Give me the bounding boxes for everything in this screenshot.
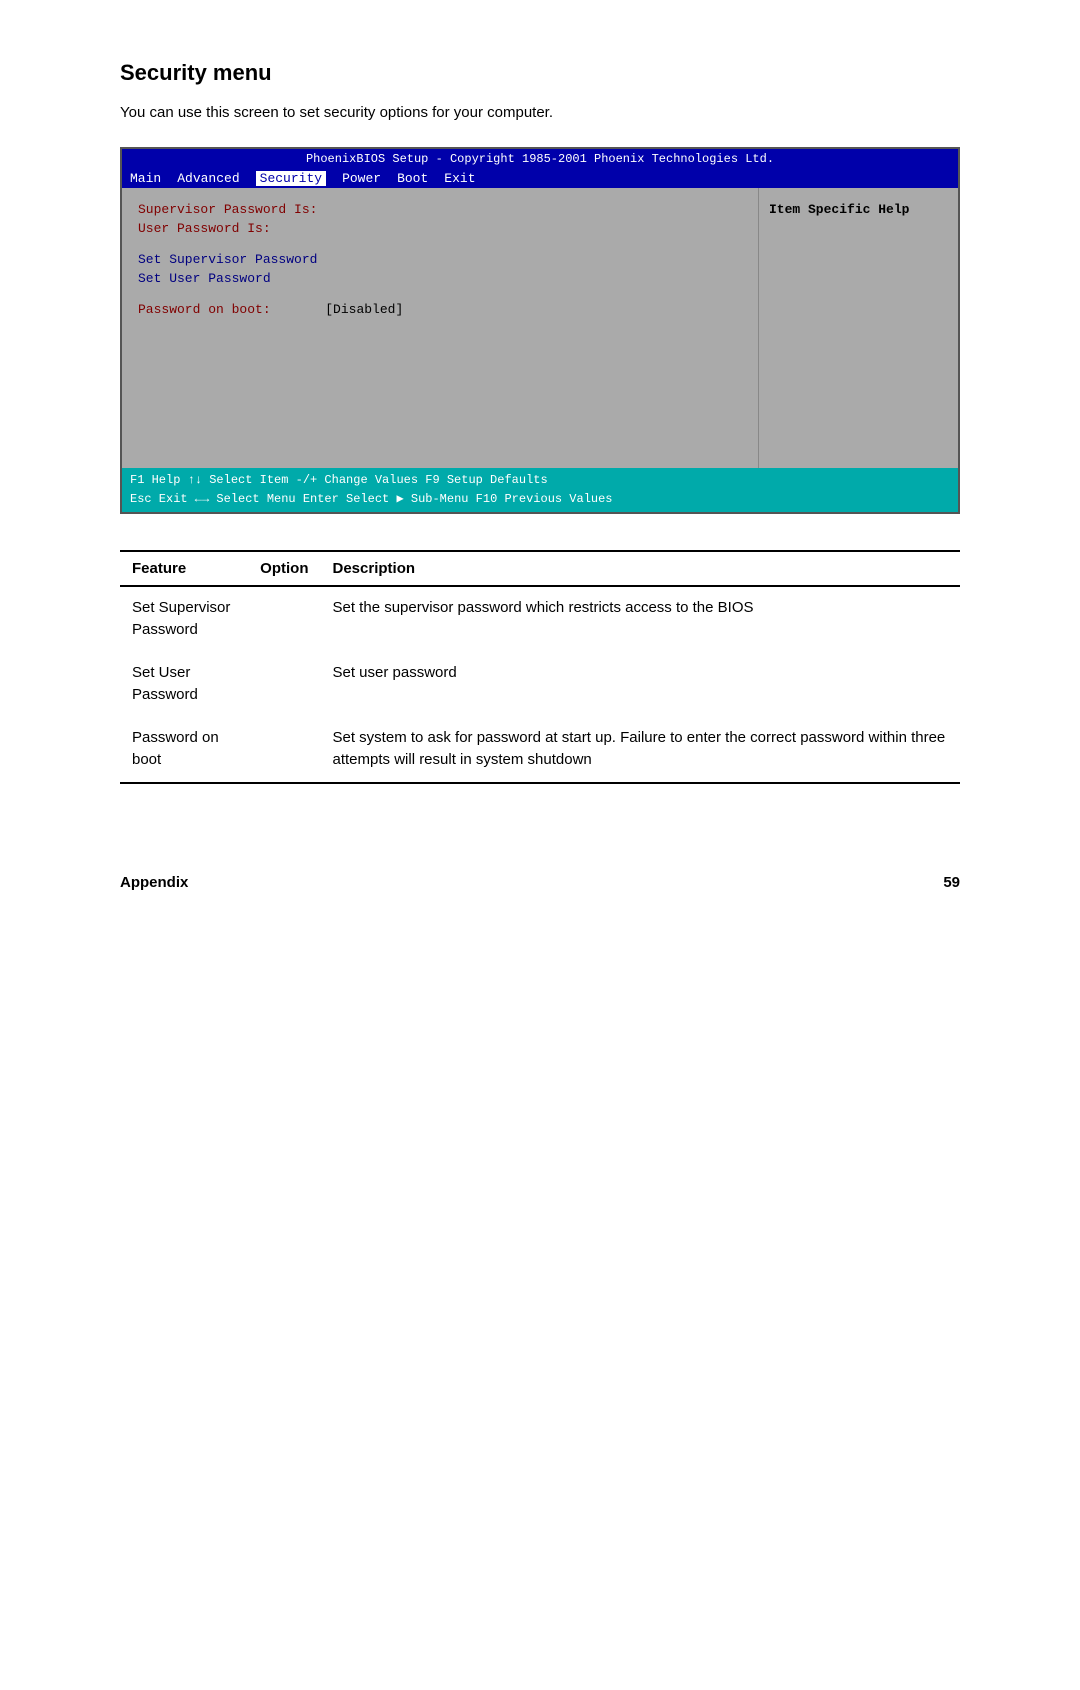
feature-set-user: Set UserPassword xyxy=(120,652,248,717)
desc-password-on-boot: Set system to ask for password at start … xyxy=(321,717,961,783)
feature-set-supervisor: Set SupervisorPassword xyxy=(120,586,248,652)
feature-password-on-boot: Password on boot xyxy=(120,717,248,783)
footer-appendix: Appendix xyxy=(120,874,188,891)
table-row: Set SupervisorPassword Set the superviso… xyxy=(120,586,960,652)
bios-set-supervisor-password[interactable]: Set Supervisor Password xyxy=(138,252,742,267)
bios-help-title: Item Specific Help xyxy=(769,202,948,217)
page-title: Security menu xyxy=(120,60,960,86)
feature-table-section: Feature Option Description Set Superviso… xyxy=(120,550,960,784)
col-header-feature: Feature xyxy=(120,551,248,586)
bios-menu-power[interactable]: Power xyxy=(342,171,381,186)
bios-footer: F1 Help ↑↓ Select Item -/+ Change Values… xyxy=(122,468,958,512)
bios-password-on-boot[interactable]: Password on boot: [Disabled] xyxy=(138,302,742,317)
bios-menu-boot[interactable]: Boot xyxy=(397,171,428,186)
footer-page-number: 59 xyxy=(943,874,960,891)
bios-screen: PhoenixBIOS Setup - Copyright 1985-2001 … xyxy=(120,147,960,514)
bios-body: Supervisor Password Is: User Password Is… xyxy=(122,188,958,468)
bios-set-user-password[interactable]: Set User Password xyxy=(138,271,742,286)
bios-supervisor-password-is: Supervisor Password Is: xyxy=(138,202,742,217)
table-header-row: Feature Option Description xyxy=(120,551,960,586)
intro-text: You can use this screen to set security … xyxy=(120,102,960,125)
bios-titlebar: PhoenixBIOS Setup - Copyright 1985-2001 … xyxy=(122,149,958,169)
desc-set-user: Set user password xyxy=(321,652,961,717)
col-header-option: Option xyxy=(248,551,320,586)
bios-user-password-is: User Password Is: xyxy=(138,221,742,236)
feature-table: Feature Option Description Set Superviso… xyxy=(120,550,960,784)
bios-menu-exit[interactable]: Exit xyxy=(444,171,475,186)
bios-menu-security[interactable]: Security xyxy=(256,171,326,186)
option-set-user xyxy=(248,652,320,717)
option-set-supervisor xyxy=(248,586,320,652)
bios-help-panel: Item Specific Help xyxy=(758,188,958,468)
table-row: Set UserPassword Set user password xyxy=(120,652,960,717)
desc-set-supervisor: Set the supervisor password which restri… xyxy=(321,586,961,652)
table-row: Password on boot Set system to ask for p… xyxy=(120,717,960,783)
bios-menu-main[interactable]: Main xyxy=(130,171,161,186)
col-header-description: Description xyxy=(321,551,961,586)
bios-footer-line2: Esc Exit ←→ Select Menu Enter Select ▶ S… xyxy=(130,490,950,509)
option-password-on-boot xyxy=(248,717,320,783)
page-footer: Appendix 59 xyxy=(120,864,960,891)
bios-footer-line1: F1 Help ↑↓ Select Item -/+ Change Values… xyxy=(130,471,950,490)
bios-menubar: Main Advanced Security Power Boot Exit xyxy=(122,169,958,188)
bios-menu-advanced[interactable]: Advanced xyxy=(177,171,239,186)
bios-main-panel: Supervisor Password Is: User Password Is… xyxy=(122,188,758,468)
